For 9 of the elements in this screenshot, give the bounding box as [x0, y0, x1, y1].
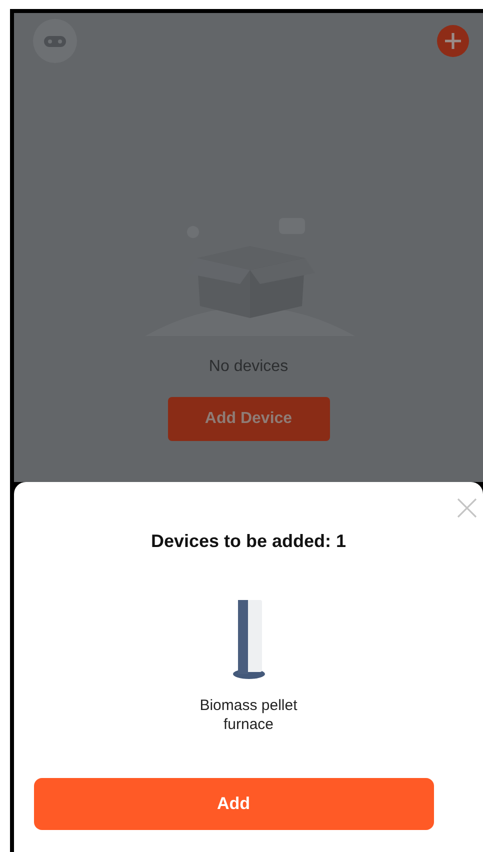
add-icon[interactable]: [437, 25, 469, 57]
empty-message: No devices: [208, 358, 288, 376]
close-icon[interactable]: [457, 498, 477, 518]
furnace-icon: [232, 600, 266, 680]
add-button[interactable]: Add: [34, 778, 434, 830]
robot-avatar-icon[interactable]: [33, 19, 77, 63]
device-name: Biomass pellet furnace: [198, 696, 298, 734]
add-device-button[interactable]: Add Device: [168, 397, 330, 441]
sheet-title: Devices to be added: 1: [150, 531, 346, 552]
